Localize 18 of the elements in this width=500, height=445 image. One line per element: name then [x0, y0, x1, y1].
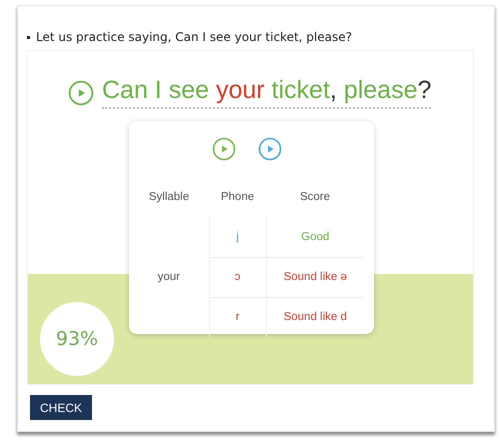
play-icon[interactable]: [212, 137, 236, 161]
column-header: Syllable: [129, 177, 209, 217]
play-icon[interactable]: [258, 137, 282, 161]
score-cell: Good: [266, 217, 364, 257]
phone-cell: r: [209, 297, 266, 337]
play-icon[interactable]: [68, 80, 94, 106]
phone-cell: j: [209, 217, 266, 257]
column-header: Phone: [209, 177, 266, 217]
syllable-cell: your: [129, 217, 209, 337]
instruction-text: Let us practice saying, Can I see your ticket, please?: [36, 30, 352, 44]
score-cell: Sound like ə: [266, 257, 364, 297]
check-button[interactable]: CHECK: [30, 395, 92, 420]
bullet-icon: [27, 36, 30, 38]
column-header: Score: [266, 177, 364, 217]
sentence-text: Can I see your ticket, please?: [102, 76, 432, 109]
score-cell: Sound like d: [266, 297, 364, 337]
phone-cell: ɔ: [209, 257, 266, 297]
score-value: 93%: [40, 302, 114, 376]
